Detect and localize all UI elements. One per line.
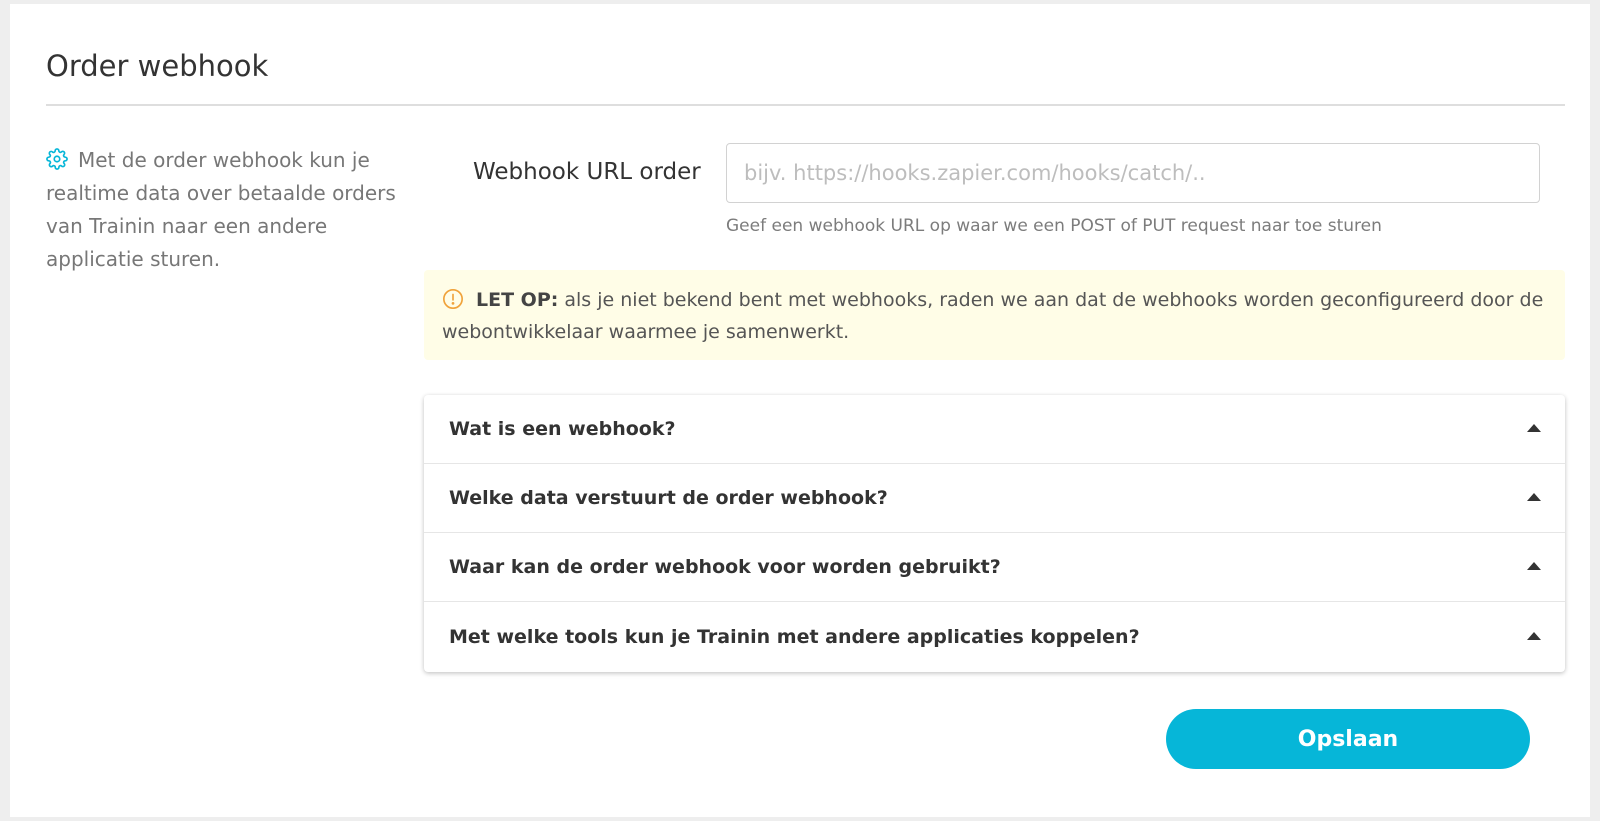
faq-item-what-is-webhook[interactable]: Wat is een webhook? (424, 395, 1565, 464)
section-description-text: Met de order webhook kun je realtime dat… (46, 148, 396, 271)
faq-item-title: Met welke tools kun je Trainin met ander… (449, 626, 1140, 648)
gear-icon (46, 147, 68, 170)
faq-accordion: Wat is een webhook? Welke data verstuurt… (424, 395, 1565, 672)
faq-item-title: Welke data verstuurt de order webhook? (449, 487, 888, 509)
faq-item-use-cases[interactable]: Waar kan de order webhook voor worden ge… (424, 533, 1565, 602)
caret-up-icon (1527, 424, 1541, 432)
caret-up-icon (1527, 562, 1541, 570)
faq-item-integration-tools[interactable]: Met welke tools kun je Trainin met ander… (424, 602, 1565, 672)
webhook-url-label: Webhook URL order (473, 159, 701, 185)
section-description: Met de order webhook kun je realtime dat… (46, 144, 406, 276)
webhook-url-input[interactable] (726, 143, 1540, 203)
alert-circle-icon (442, 288, 464, 310)
warning-text: als je niet bekend bent met webhooks, ra… (442, 289, 1544, 343)
page-title: Order webhook (46, 49, 269, 83)
warning-label: LET OP: (476, 289, 559, 311)
caret-up-icon (1527, 493, 1541, 501)
warning-notice: LET OP: als je niet bekend bent met webh… (424, 270, 1565, 360)
webhook-url-help: Geef een webhook URL op waar we een POST… (726, 216, 1382, 236)
faq-item-which-data[interactable]: Welke data verstuurt de order webhook? (424, 464, 1565, 533)
webhook-settings-card: Order webhook Met de order webhook kun j… (10, 4, 1590, 817)
title-divider (46, 104, 1565, 106)
caret-up-icon (1527, 632, 1541, 640)
faq-item-title: Wat is een webhook? (449, 418, 676, 440)
save-button[interactable]: Opslaan (1166, 709, 1530, 769)
faq-item-title: Waar kan de order webhook voor worden ge… (449, 556, 1001, 578)
